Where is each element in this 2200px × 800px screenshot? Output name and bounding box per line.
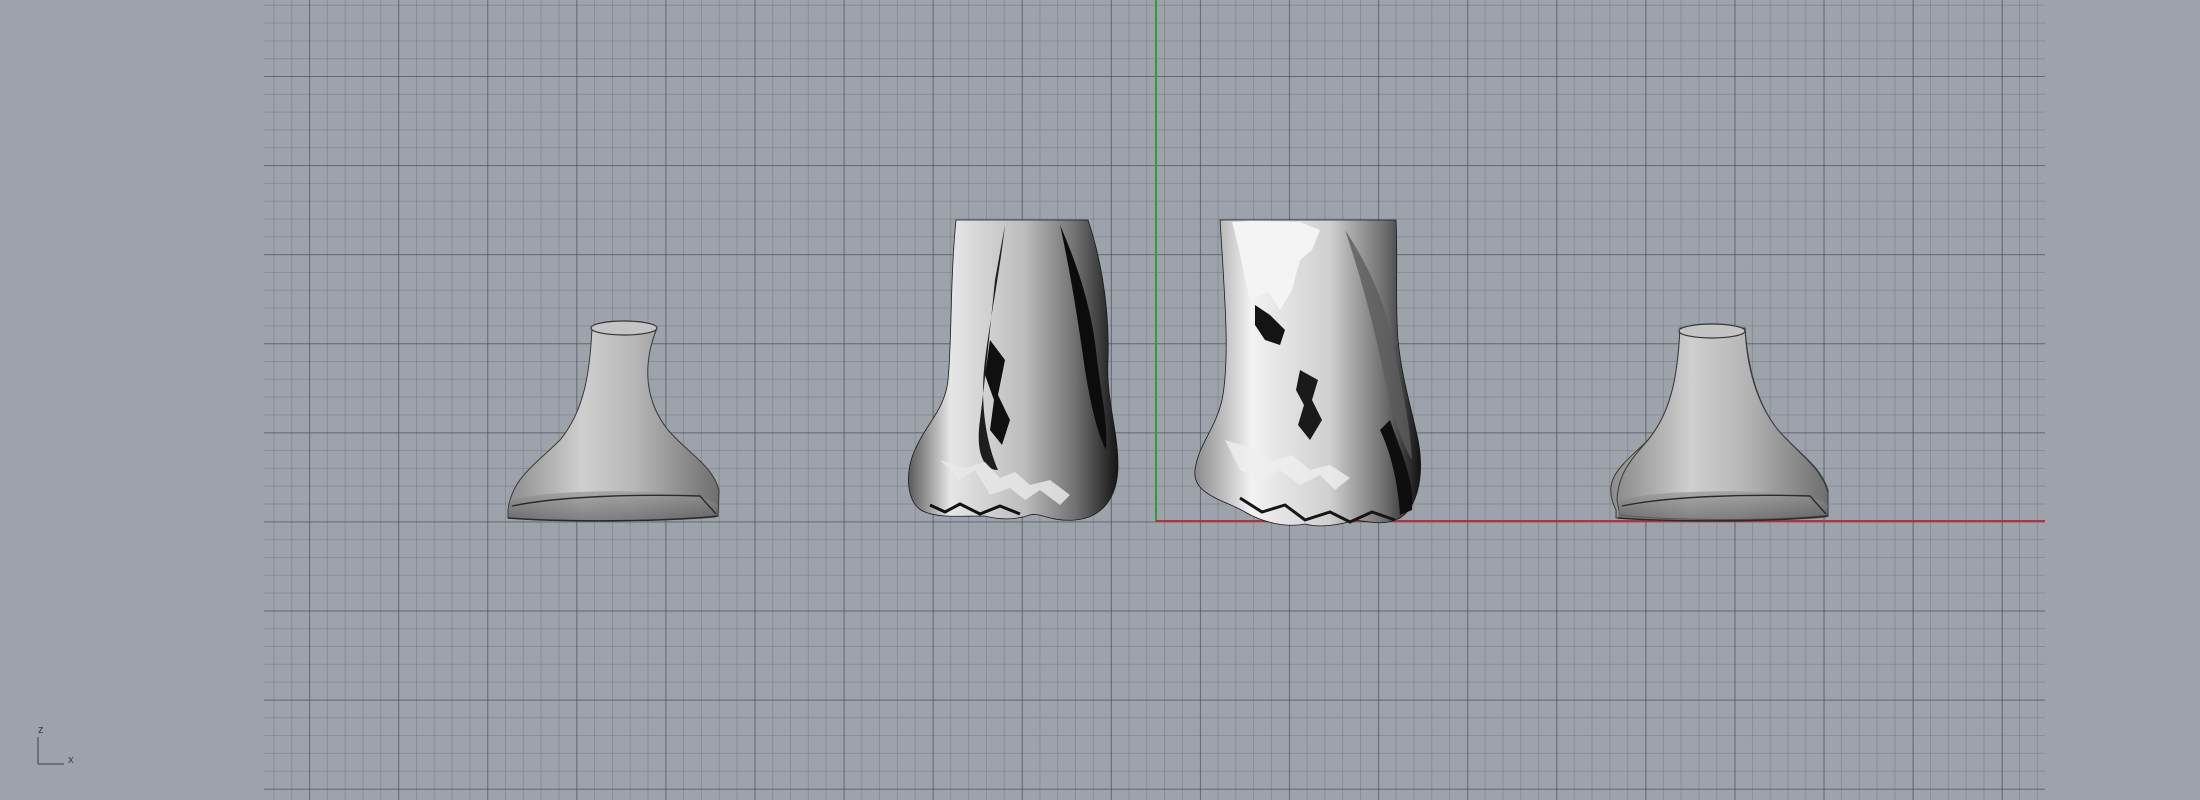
front-viewport[interactable]: z x — [0, 0, 2200, 800]
scanned-mesh-left[interactable] — [908, 219, 1119, 521]
widget-x-label: x — [68, 754, 74, 766]
world-axes-widget — [37, 737, 64, 765]
scene-objects — [507, 219, 1829, 527]
cone-shell-left[interactable] — [507, 320, 720, 522]
scanned-mesh-right[interactable] — [1194, 219, 1421, 527]
widget-z-label: z — [38, 724, 44, 736]
cone-shell-right[interactable] — [1610, 323, 1829, 522]
